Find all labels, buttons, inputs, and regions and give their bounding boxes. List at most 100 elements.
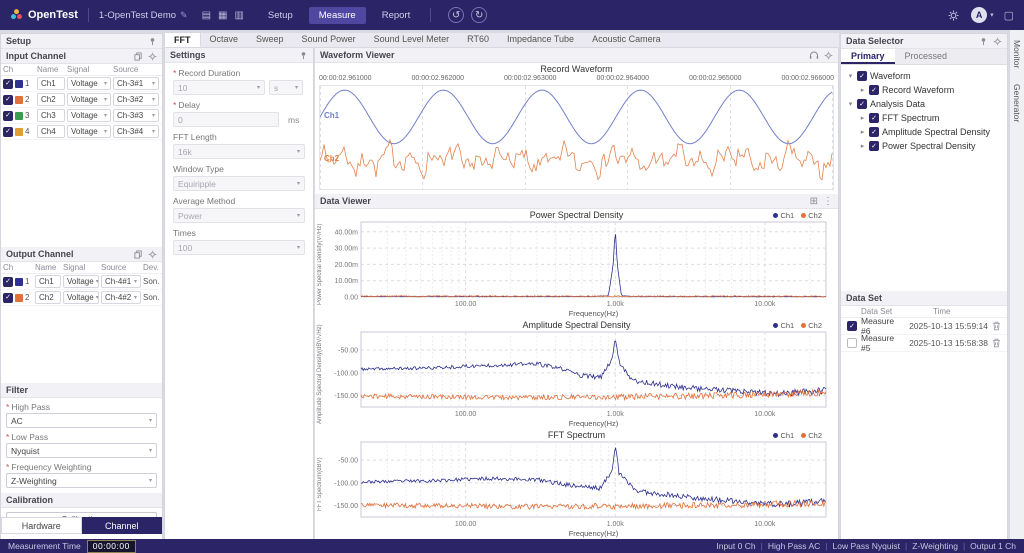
tree-item-waveform[interactable]: ▾✓Waveform: [841, 69, 1007, 83]
channel-enable-checkbox[interactable]: ✓: [3, 127, 13, 137]
analysis-tab-impedance-tube[interactable]: Impedance Tube: [498, 32, 583, 47]
layout-left-icon[interactable]: ▤: [202, 10, 211, 21]
caret-icon[interactable]: ▸: [859, 114, 866, 122]
tab-primary[interactable]: Primary: [841, 49, 895, 64]
caret-icon[interactable]: ▸: [859, 142, 866, 150]
channel-enable-checkbox[interactable]: ✓: [3, 111, 13, 121]
channel-name-input[interactable]: Ch1: [37, 77, 65, 90]
fft-spectrum-chart[interactable]: FFT SpectrumCh1Ch2FFT Spectrum(dBV)100.0…: [315, 429, 838, 539]
headphone-icon[interactable]: [809, 50, 819, 60]
source-select[interactable]: Ch-3#1▾: [113, 77, 159, 90]
project-name[interactable]: 1-OpenTest Demo: [99, 10, 176, 21]
tree-checkbox[interactable]: ✓: [869, 141, 879, 151]
pin-icon[interactable]: [299, 51, 308, 60]
nav-measure[interactable]: Measure: [309, 7, 366, 24]
tree-item-amplitude-spectral-density[interactable]: ▸✓Amplitude Spectral Density: [841, 125, 1007, 139]
tab-channel[interactable]: Channel: [82, 517, 163, 534]
average-method-select[interactable]: Power▾: [173, 208, 305, 223]
analysis-tab-octave[interactable]: Octave: [201, 32, 248, 47]
signal-select[interactable]: Voltage▾: [67, 125, 111, 138]
fft-length-select[interactable]: 16k▾: [173, 144, 305, 159]
source-select[interactable]: Ch-4#1▾: [101, 275, 141, 288]
signal-select[interactable]: Voltage▾: [63, 275, 99, 288]
caret-icon[interactable]: ▸: [859, 128, 866, 136]
source-select[interactable]: Ch-4#2▾: [101, 291, 141, 304]
dataset-checkbox[interactable]: [847, 338, 857, 348]
avatar[interactable]: A: [971, 7, 987, 23]
undo-button[interactable]: ↺: [448, 7, 464, 23]
signal-select[interactable]: Voltage▾: [67, 93, 111, 106]
workspace-icon[interactable]: ▢: [1004, 9, 1014, 22]
pin-icon[interactable]: [979, 37, 988, 46]
chevron-down-icon[interactable]: ▾: [990, 11, 994, 19]
power-spectral-density-chart[interactable]: Power Spectral DensityCh1Ch2Power Spectr…: [315, 209, 838, 319]
analysis-tab-rt60[interactable]: RT60: [458, 32, 498, 47]
signal-select[interactable]: Voltage▾: [67, 109, 111, 122]
tree-item-power-spectral-density[interactable]: ▸✓Power Spectral Density: [841, 139, 1007, 153]
caret-icon[interactable]: ▾: [847, 72, 854, 80]
layout-right-icon[interactable]: ▥: [234, 10, 243, 21]
tree-item-analysis-data[interactable]: ▾✓Analysis Data: [841, 97, 1007, 111]
dataset-row[interactable]: Measure #52025-10-13 15:58:38: [841, 335, 1007, 352]
record-duration-unit-select[interactable]: s▾: [269, 80, 303, 95]
channel-name-input[interactable]: Ch1: [35, 275, 61, 288]
times-select[interactable]: 100▾: [173, 240, 305, 255]
window-type-select[interactable]: Equiripple▾: [173, 176, 305, 191]
source-select[interactable]: Ch-3#2▾: [113, 93, 159, 106]
gear-icon[interactable]: [148, 250, 157, 259]
layout-grid-icon[interactable]: ▦: [218, 10, 227, 21]
gear-icon[interactable]: [824, 51, 833, 60]
gear-icon[interactable]: [148, 52, 157, 61]
more-options-icon[interactable]: ⋮: [823, 196, 833, 207]
analysis-tab-acoustic-camera[interactable]: Acoustic Camera: [583, 32, 670, 47]
channel-enable-checkbox[interactable]: ✓: [3, 293, 13, 303]
side-tab-generator[interactable]: Generator: [1012, 84, 1022, 122]
edit-project-icon[interactable]: ✎: [180, 10, 188, 21]
tree-checkbox[interactable]: ✓: [857, 99, 867, 109]
delete-icon[interactable]: [992, 321, 1001, 331]
tree-checkbox[interactable]: ✓: [857, 71, 867, 81]
analysis-tab-fft[interactable]: FFT: [164, 32, 201, 47]
side-tab-monitor[interactable]: Monitor: [1012, 40, 1022, 68]
high-pass-select[interactable]: AC▾: [6, 413, 157, 428]
gear-icon[interactable]: [948, 9, 959, 21]
channel-name-input[interactable]: Ch2: [35, 291, 61, 304]
waveform-plot[interactable]: Ch1Ch2: [319, 85, 834, 190]
copy-icon[interactable]: [134, 52, 143, 61]
channel-name-input[interactable]: Ch2: [37, 93, 65, 106]
caret-icon[interactable]: ▸: [859, 86, 866, 94]
nav-report[interactable]: Report: [372, 7, 421, 24]
redo-button[interactable]: ↻: [471, 7, 487, 23]
analysis-tab-sound-level-meter[interactable]: Sound Level Meter: [365, 32, 459, 47]
signal-select[interactable]: Voltage▾: [67, 77, 111, 90]
gear-icon[interactable]: [993, 37, 1002, 46]
caret-icon[interactable]: ▾: [847, 100, 854, 108]
source-select[interactable]: Ch-3#4▾: [113, 125, 159, 138]
channel-enable-checkbox[interactable]: ✓: [3, 277, 13, 287]
amplitude-spectral-density-chart[interactable]: Amplitude Spectral DensityCh1Ch2Amplitud…: [315, 319, 838, 429]
channel-enable-checkbox[interactable]: ✓: [3, 95, 13, 105]
source-select[interactable]: Ch-3#3▾: [113, 109, 159, 122]
channel-enable-checkbox[interactable]: ✓: [3, 79, 13, 89]
tree-item-record-waveform[interactable]: ▸✓Record Waveform: [841, 83, 1007, 97]
pin-icon[interactable]: [148, 37, 157, 46]
channel-name-input[interactable]: Ch4: [37, 125, 65, 138]
analysis-tab-sound-power[interactable]: Sound Power: [293, 32, 365, 47]
tab-hardware[interactable]: Hardware: [1, 517, 82, 534]
tree-item-fft-spectrum[interactable]: ▸✓FFT Spectrum: [841, 111, 1007, 125]
copy-icon[interactable]: [134, 250, 143, 259]
tree-checkbox[interactable]: ✓: [869, 113, 879, 123]
tree-checkbox[interactable]: ✓: [869, 127, 879, 137]
record-duration-select[interactable]: 10▾: [173, 80, 265, 95]
analysis-tab-sweep[interactable]: Sweep: [247, 32, 293, 47]
frequency-weighting-select[interactable]: Z-Weighting▾: [6, 473, 157, 488]
delay-input[interactable]: 0: [173, 112, 279, 127]
tab-processed[interactable]: Processed: [895, 49, 958, 64]
nav-setup[interactable]: Setup: [258, 7, 303, 24]
dataset-checkbox[interactable]: ✓: [847, 321, 857, 331]
grid-view-icon[interactable]: ⊞: [810, 196, 818, 207]
channel-name-input[interactable]: Ch3: [37, 109, 65, 122]
delete-icon[interactable]: [992, 338, 1001, 348]
tree-checkbox[interactable]: ✓: [869, 85, 879, 95]
signal-select[interactable]: Voltage▾: [63, 291, 99, 304]
